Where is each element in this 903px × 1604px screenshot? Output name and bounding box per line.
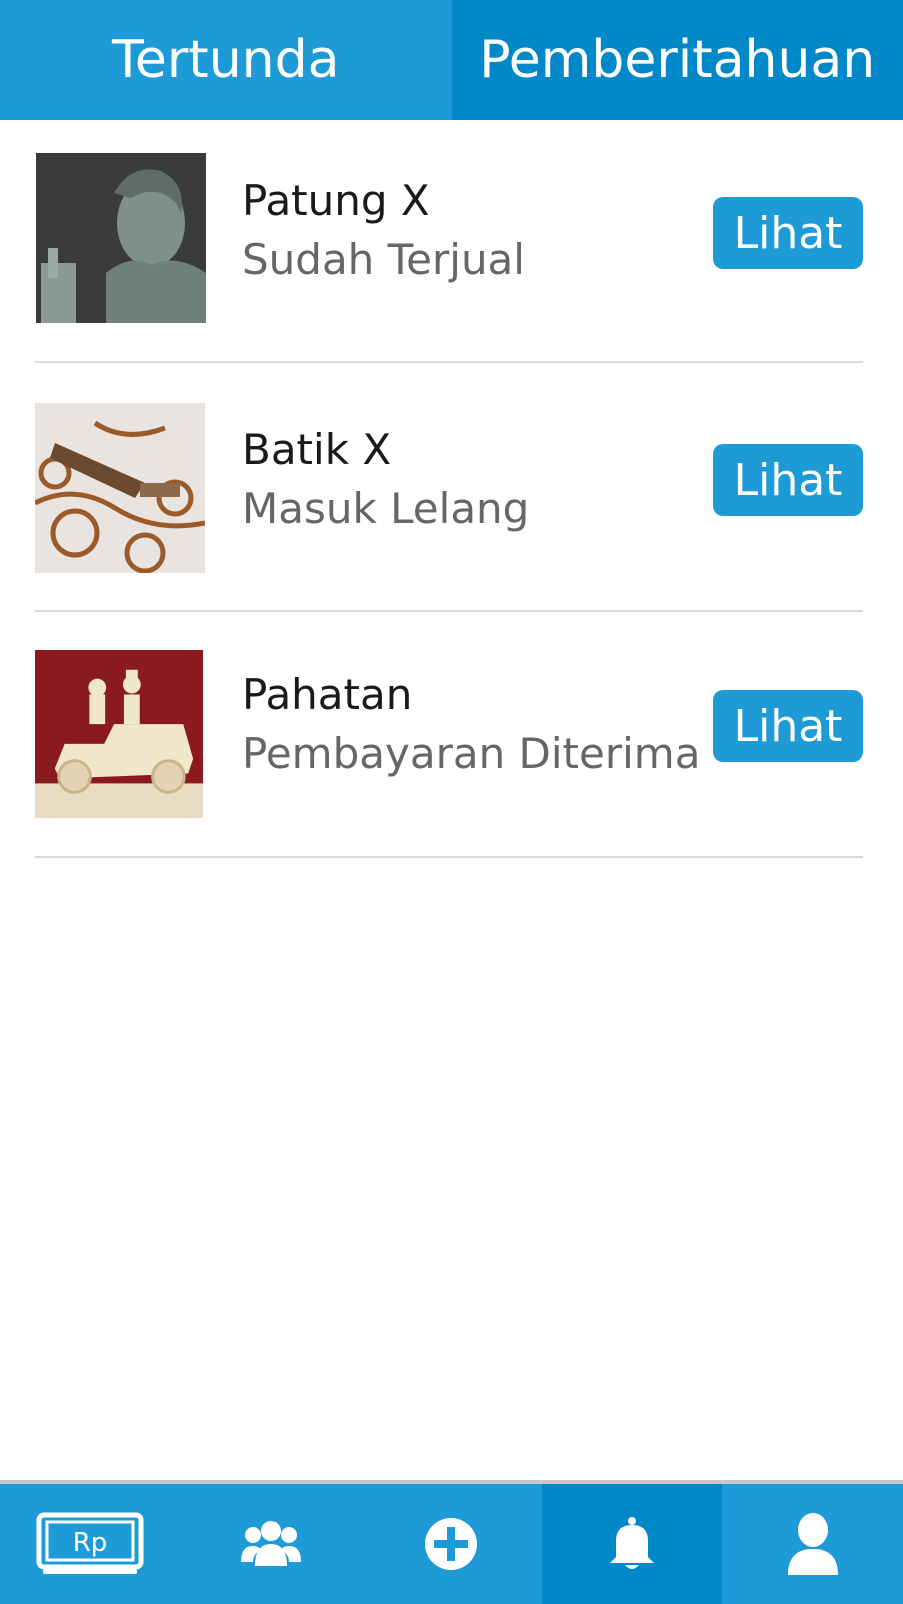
list-item: Batik X Masuk Lelang Lihat	[0, 371, 903, 622]
nav-sales[interactable]: Rp	[0, 1484, 181, 1604]
list-item: Patung X Sudah Terjual Lihat	[0, 120, 903, 371]
add-circle-icon	[425, 1518, 478, 1570]
currency-label: Rp	[73, 1528, 108, 1558]
money-monitor-icon: Rp	[36, 1512, 144, 1574]
view-button[interactable]: Lihat	[713, 690, 863, 762]
item-title: Batik X	[242, 425, 392, 474]
nav-community[interactable]	[181, 1484, 362, 1604]
list-item: Pahatan Pembayaran Diterima Lihat	[0, 622, 903, 873]
group-icon	[240, 1521, 301, 1566]
view-button[interactable]: Lihat	[713, 444, 863, 516]
bell-icon	[610, 1517, 655, 1569]
nav-add[interactable]	[361, 1484, 542, 1604]
bottom-navigation: Rp	[0, 1480, 903, 1604]
item-title: Pahatan	[242, 670, 413, 719]
view-button[interactable]: Lihat	[713, 197, 863, 269]
tab-bar: Tertunda Pemberitahuan	[0, 0, 903, 120]
item-title: Patung X	[242, 176, 430, 225]
user-icon	[787, 1513, 838, 1575]
nav-profile[interactable]	[722, 1484, 903, 1604]
statue-thumbnail	[36, 153, 206, 323]
carving-thumbnail	[35, 650, 203, 818]
tab-notifications[interactable]: Pemberitahuan	[451, 0, 903, 120]
notification-list: Patung X Sudah Terjual Lihat Batik X Mas…	[0, 120, 903, 873]
tab-pending[interactable]: Tertunda	[0, 0, 452, 120]
divider	[35, 361, 863, 363]
nav-notifications[interactable]	[541, 1484, 723, 1604]
item-status: Pembayaran Diterima	[242, 729, 701, 778]
item-status: Masuk Lelang	[242, 484, 530, 533]
divider	[35, 610, 863, 612]
batik-thumbnail	[35, 403, 205, 573]
item-status: Sudah Terjual	[242, 235, 525, 284]
divider	[35, 856, 863, 858]
